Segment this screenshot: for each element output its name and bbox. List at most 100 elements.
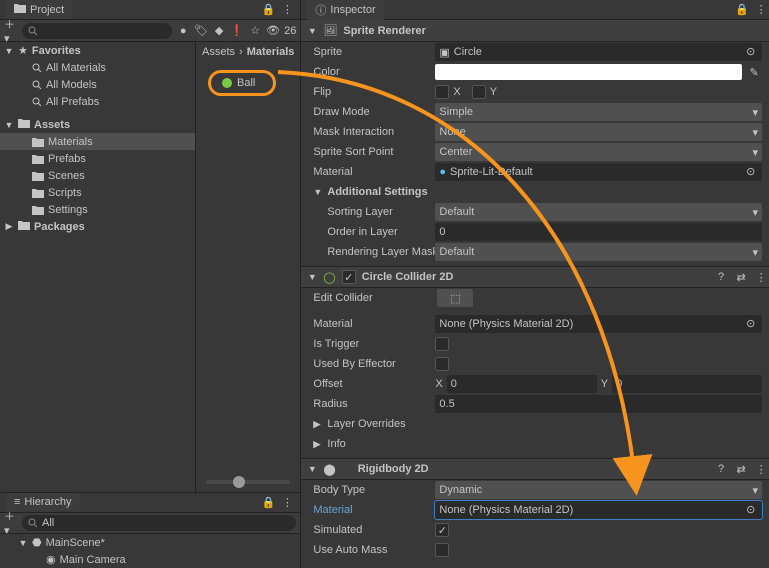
material-icon: ●: [439, 166, 446, 178]
search-placeholder: All: [42, 517, 54, 529]
render-mask-dropdown[interactable]: Default▾: [435, 243, 762, 261]
project-search-input[interactable]: [22, 23, 172, 39]
sprite-renderer-icon: 🖼: [323, 24, 337, 37]
unity-scene-icon: ⬣: [32, 536, 42, 549]
filter-favorite-icon[interactable]: ●: [176, 24, 190, 38]
assets-folder[interactable]: Scripts: [0, 184, 195, 201]
used-by-effector-checkbox[interactable]: [435, 357, 449, 371]
add-button[interactable]: ＋▾: [4, 24, 18, 38]
assets-folder[interactable]: Settings: [0, 201, 195, 218]
project-tab-label: Project: [30, 4, 64, 16]
preset-icon[interactable]: ⇄: [734, 270, 748, 284]
radius-field[interactable]: [435, 395, 762, 413]
favorite-item[interactable]: All Models: [0, 76, 195, 93]
visibility-icon[interactable]: 👁: [266, 24, 280, 38]
inspector-tab[interactable]: ⓘ Inspector: [307, 0, 383, 21]
layer-overrides-header[interactable]: ▶Layer Overrides: [301, 414, 769, 434]
preset-icon[interactable]: ⇄: [734, 462, 748, 476]
simulated-checkbox[interactable]: ✓: [435, 523, 449, 537]
assets-folder[interactable]: Prefabs: [0, 150, 195, 167]
object-picker-icon[interactable]: ⊙: [746, 317, 758, 329]
flip-x-checkbox[interactable]: [435, 85, 449, 99]
context-menu-icon[interactable]: ⋮: [280, 495, 294, 509]
context-menu-icon[interactable]: ⋮: [754, 270, 768, 284]
component-title: Rigidbody 2D: [342, 463, 708, 475]
rigidbody-header[interactable]: ▼ ⬤ Rigidbody 2D ? ⇄ ⋮: [301, 458, 769, 480]
project-tree: ▼ ★ Favorites All Materials All Models A…: [0, 42, 196, 492]
filter-warn-icon[interactable]: ❗: [230, 24, 244, 38]
eyedropper-icon[interactable]: ✎: [746, 64, 762, 80]
help-icon[interactable]: ?: [714, 462, 728, 476]
favorites-header[interactable]: ▼ ★ Favorites: [0, 42, 195, 59]
object-picker-icon[interactable]: ⊙: [746, 45, 758, 57]
favorite-item[interactable]: All Materials: [0, 59, 195, 76]
packages-header[interactable]: ▶ Packages: [0, 218, 195, 235]
sort-point-dropdown[interactable]: Center▾: [435, 143, 762, 161]
sr-material-field[interactable]: ●Sprite-Lit-Default: [435, 163, 762, 181]
offset-x-field[interactable]: [447, 375, 597, 393]
component-enabled-checkbox[interactable]: ✓: [342, 270, 356, 284]
asset-label: Ball: [237, 77, 255, 89]
sprite-renderer-header[interactable]: ▼ 🖼 Sprite Renderer: [301, 20, 769, 42]
scene-item[interactable]: ▼ ⬣ MainScene*: [0, 534, 300, 551]
breadcrumb-item[interactable]: Materials: [247, 46, 295, 58]
search-icon: [28, 26, 38, 36]
filter-label-icon[interactable]: ◆: [212, 24, 226, 38]
draw-mode-dropdown[interactable]: Simple▾: [435, 103, 762, 121]
assets-folder-materials[interactable]: Materials: [0, 133, 195, 150]
help-icon[interactable]: ?: [714, 270, 728, 284]
gameobject-label: Main Camera: [60, 554, 126, 566]
body-type-dropdown[interactable]: Dynamic▾: [435, 481, 762, 499]
order-field[interactable]: [435, 223, 762, 241]
component-title: Circle Collider 2D: [362, 271, 708, 283]
assets-header[interactable]: ▼ Assets: [0, 116, 195, 133]
gameobject-item[interactable]: ◉ Main Camera: [0, 551, 300, 568]
object-picker-icon[interactable]: ⊙: [746, 165, 758, 177]
folder-icon: [32, 205, 44, 215]
save-icon[interactable]: ☆: [248, 24, 262, 38]
hierarchy-panel-header: ≡ Hierarchy 🔒 ⋮: [0, 493, 300, 513]
mask-dropdown[interactable]: None▾: [435, 123, 762, 141]
sorting-layer-dropdown[interactable]: Default▾: [435, 203, 762, 221]
prop-label: Body Type: [313, 484, 435, 496]
hierarchy-search-input[interactable]: All: [22, 515, 296, 531]
folder-icon: [32, 188, 44, 198]
additional-settings-header[interactable]: ▼Additional Settings: [301, 182, 769, 202]
hierarchy-toolbar: ＋▾ All: [0, 513, 300, 534]
project-assets-view: Assets › Materials Ball: [196, 42, 300, 492]
lock-icon[interactable]: 🔒: [735, 3, 749, 17]
sprite-field[interactable]: ▣Circle: [435, 43, 762, 61]
breadcrumb-item[interactable]: Assets: [202, 46, 235, 58]
context-menu-icon[interactable]: ⋮: [754, 462, 768, 476]
prop-label: Draw Mode: [313, 106, 435, 118]
cc-material-field[interactable]: None (Physics Material 2D): [435, 315, 762, 333]
filter-type-icon[interactable]: 🏷: [194, 24, 208, 38]
folder-icon: [32, 154, 44, 164]
add-button[interactable]: ＋▾: [4, 516, 18, 530]
chevron-down-icon: ▾: [753, 146, 759, 159]
lock-icon[interactable]: 🔒: [261, 495, 275, 509]
camera-icon: ◉: [46, 553, 56, 566]
lock-icon[interactable]: 🔒: [261, 3, 275, 17]
info-header[interactable]: ▶Info: [301, 434, 769, 454]
favorite-item[interactable]: All Prefabs: [0, 93, 195, 110]
thumbnail-size-slider[interactable]: [206, 480, 290, 484]
circle-collider-header[interactable]: ▼ ◯ ✓ Circle Collider 2D ? ⇄ ⋮: [301, 266, 769, 288]
hierarchy-tree: ▼ ⬣ MainScene* ◉ Main Camera: [0, 534, 300, 568]
assets-folder[interactable]: Scenes: [0, 167, 195, 184]
color-field[interactable]: [435, 64, 742, 80]
chevron-down-icon: ▾: [753, 126, 759, 139]
offset-y-field[interactable]: [612, 375, 762, 393]
context-menu-icon[interactable]: ⋮: [280, 3, 294, 17]
flip-y-checkbox[interactable]: [472, 85, 486, 99]
inspector-panel-header: ⓘ Inspector 🔒 ⋮: [301, 0, 769, 20]
rb-material-field[interactable]: None (Physics Material 2D): [435, 501, 762, 519]
object-picker-icon[interactable]: ⊙: [746, 503, 758, 515]
edit-collider-button[interactable]: ⬚: [437, 289, 473, 307]
prop-label: Rendering Layer Mask: [313, 246, 435, 258]
context-menu-icon[interactable]: ⋮: [754, 3, 768, 17]
is-trigger-checkbox[interactable]: [435, 337, 449, 351]
chevron-down-icon: ▾: [753, 206, 759, 219]
asset-ball[interactable]: Ball: [208, 70, 276, 96]
auto-mass-checkbox[interactable]: [435, 543, 449, 557]
